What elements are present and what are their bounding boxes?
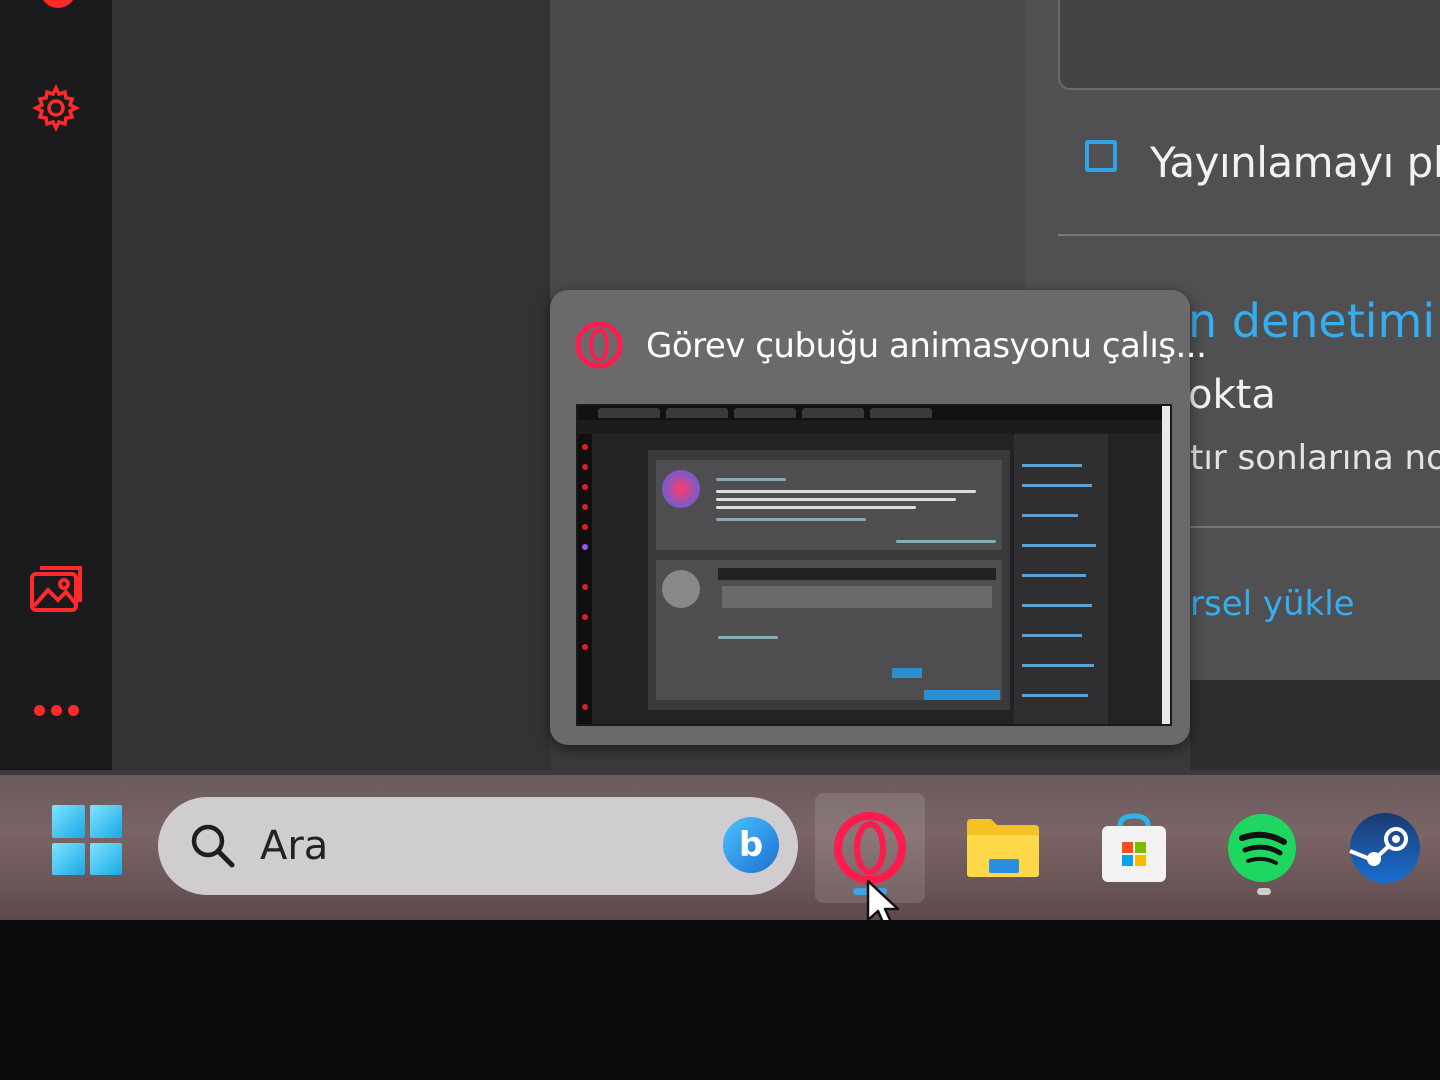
- thumb-address-bar: [578, 420, 1170, 434]
- thumb-link-line: [1022, 634, 1082, 637]
- schedule-checkbox[interactable]: [1085, 140, 1117, 172]
- thumb-tab: [598, 408, 660, 418]
- divider: [1058, 234, 1440, 236]
- search-placeholder: Ara: [260, 823, 329, 869]
- screen: Yayınlamayı pla n denetimi okta tır sonl…: [0, 0, 1440, 920]
- settings-gear-icon[interactable]: [28, 80, 84, 136]
- schedule-checkbox-label: Yayınlamayı pla: [1150, 138, 1440, 187]
- thumb-forum-content: [648, 450, 1010, 710]
- search-icon: [191, 824, 235, 868]
- thumb-post-card: [656, 460, 1002, 550]
- taskbar-store-button[interactable]: [1079, 793, 1189, 903]
- thumb-sidebar-dot: [582, 644, 588, 650]
- thumb-sidebar-dot: [582, 504, 588, 510]
- running-indicator: [1257, 888, 1271, 895]
- more-dots-icon[interactable]: [28, 682, 84, 738]
- thumb-avatar: [662, 570, 700, 608]
- steam-icon: [1349, 813, 1420, 883]
- top-box: [1058, 0, 1440, 90]
- thumb-sidebar-dot: [582, 614, 588, 620]
- start-icon[interactable]: [52, 805, 122, 875]
- taskbar-steam-button[interactable]: [1330, 793, 1440, 903]
- taskbar-search-box[interactable]: Ara b: [158, 797, 798, 895]
- thumb-sidebar-dot: [582, 484, 588, 490]
- thumb-link-line: [1022, 514, 1078, 517]
- thumb-link-line: [1022, 574, 1086, 577]
- start-icon-pane: [52, 842, 85, 875]
- thumb-scrollbar: [1162, 406, 1170, 724]
- taskbar-file-explorer-button[interactable]: [948, 793, 1058, 903]
- start-icon-pane: [52, 805, 85, 838]
- thumb-tab: [734, 408, 796, 418]
- thumb-link-line: [1022, 604, 1092, 607]
- thumb-link-line: [1022, 544, 1096, 547]
- thumb-tab-strip: [578, 406, 1170, 420]
- spotify-icon: [1228, 814, 1296, 882]
- thumb-link-line: [1022, 664, 1094, 667]
- opera-icon: [834, 812, 906, 884]
- thumb-editor-toolbar: [718, 568, 996, 580]
- thumb-button: [924, 690, 1000, 700]
- panel-footer: [1190, 680, 1440, 770]
- sidebar-top-icon[interactable]: [40, 0, 76, 8]
- thumb-sidebar-dot: [582, 464, 588, 470]
- thumb-tab: [802, 408, 864, 418]
- bing-icon[interactable]: b: [723, 817, 779, 873]
- opera-icon: [575, 321, 623, 369]
- thumb-text-line: [716, 506, 916, 509]
- thumb-sidebar-dot: [582, 444, 588, 450]
- thumb-sidebar-dot: [582, 704, 588, 710]
- thumb-text-line: [896, 540, 996, 543]
- thumb-link-line: [1022, 464, 1082, 467]
- thumb-sidebar-dot: [582, 544, 588, 550]
- mouse-cursor-icon: [866, 879, 900, 920]
- thumb-sidebar: [578, 434, 592, 724]
- thumb-text-line: [716, 478, 786, 481]
- file-explorer-icon: [967, 819, 1039, 877]
- opera-sidebar: [0, 0, 115, 770]
- thumb-right-panel: [1014, 434, 1108, 724]
- taskbar: Ara b: [0, 775, 1440, 920]
- monitor-bezel: [0, 920, 1440, 1080]
- thumb-reply-editor: [656, 560, 1002, 700]
- thumb-button: [892, 668, 922, 678]
- content-area-middle: [550, 0, 1025, 300]
- thumb-link-line: [1022, 694, 1088, 697]
- preview-thumbnail[interactable]: [576, 404, 1172, 726]
- thumb-link-line: [1022, 484, 1092, 487]
- start-icon-pane: [89, 842, 122, 875]
- thumb-tab: [666, 408, 728, 418]
- taskbar-spotify-button[interactable]: [1207, 793, 1317, 903]
- taskbar-preview-popup[interactable]: Görev çubuğu animasyonu çalış...: [550, 290, 1207, 745]
- thumb-sidebar-dot: [582, 524, 588, 530]
- thumb-text-line: [718, 636, 778, 639]
- thumb-avatar: [662, 470, 700, 508]
- preview-title: Görev çubuğu animasyonu çalış...: [646, 326, 1207, 366]
- image-gallery-icon[interactable]: [28, 562, 84, 618]
- thumb-text-line: [716, 518, 866, 521]
- thumb-text-line: [716, 490, 976, 493]
- start-icon-pane: [89, 805, 122, 838]
- thumb-sidebar-dot: [582, 584, 588, 590]
- microsoft-store-icon: [1102, 813, 1166, 882]
- thumb-editor-box: [722, 586, 992, 608]
- thumb-text-line: [716, 498, 956, 501]
- upload-image-link[interactable]: rsel yükle: [1190, 584, 1355, 624]
- section-title: n denetimi: [1188, 294, 1436, 348]
- content-area-left: [112, 0, 550, 770]
- setting-line-2: tır sonlarına no: [1190, 438, 1440, 478]
- thumb-tab: [870, 408, 932, 418]
- setting-line-1: okta: [1188, 372, 1276, 418]
